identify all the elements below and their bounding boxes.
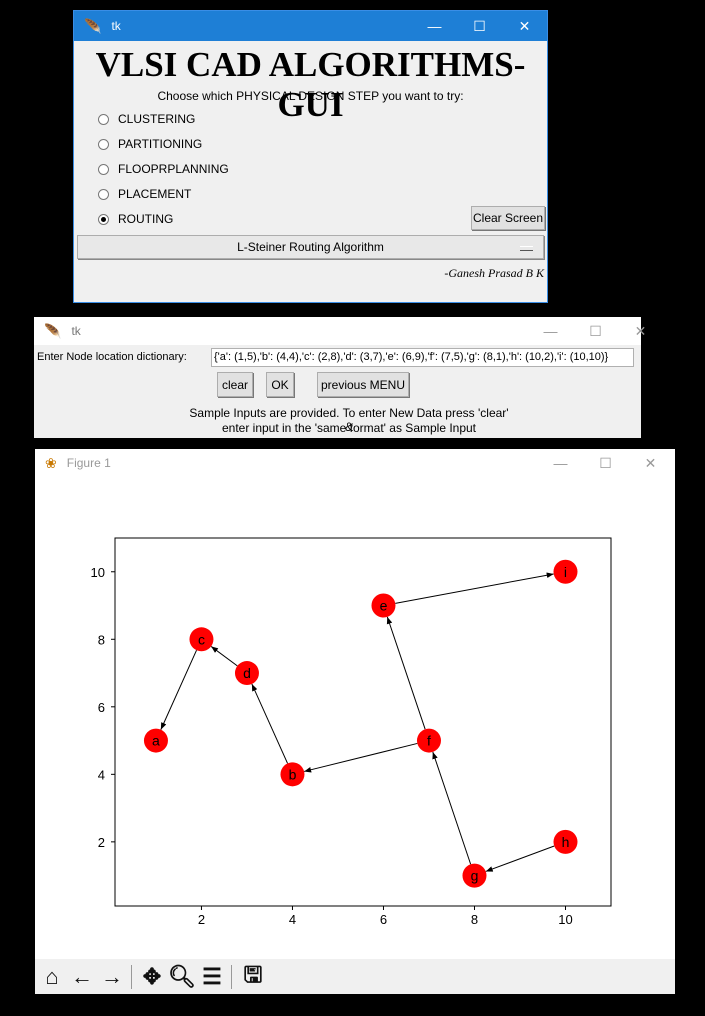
clear-button[interactable]: clear (217, 372, 253, 397)
step-prompt: Choose which PHYSICAL DESIGN STEP you wa… (157, 89, 464, 103)
radio-floorplanning[interactable]: FLOOPRPLANNING (98, 162, 229, 176)
node-label-c: c (198, 631, 205, 647)
toolbar-separator (131, 965, 132, 989)
algorithm-menu-label: L-Steiner Routing Algorithm (237, 240, 384, 254)
x-tick-label: 10 (558, 912, 572, 927)
home-icon[interactable]: ⌂ (38, 963, 66, 991)
radio-circle[interactable] (98, 163, 109, 175)
input-window: 🪶 tk — ☐ ✕ Enter Node location dictionar… (34, 317, 646, 438)
radio-clustering[interactable]: CLUSTERING (98, 112, 195, 126)
pan-icon[interactable]: ✥ (138, 963, 166, 991)
y-tick-label: 8 (98, 632, 105, 647)
previous-menu-button[interactable]: previous MENU (317, 372, 409, 397)
matplotlib-logo-icon: ❀ (45, 454, 57, 471)
y-tick-label: 10 (91, 565, 105, 580)
minimize-icon[interactable]: — (412, 11, 457, 41)
maximize-icon[interactable]: ☐ (573, 317, 618, 345)
tk-feather-icon: 🪶 (84, 17, 102, 34)
x-tick-label: 6 (380, 912, 387, 927)
close-icon[interactable]: ✕ (502, 11, 547, 41)
node-label-e: e (380, 598, 388, 614)
y-tick-label: 2 (98, 835, 105, 850)
maximize-icon[interactable]: ☐ (583, 449, 628, 477)
save-icon[interactable]: 🖫︎ (239, 962, 267, 991)
node-label-h: h (562, 834, 570, 850)
node-dictionary-input[interactable]: {'a': (1,5),'b': (4,4),'c': (2,8),'d': (… (211, 348, 634, 367)
node-label-a: a (152, 733, 160, 749)
info-text-line2: enter input in the 'same format' as Samp… (221, 421, 477, 435)
minimize-icon[interactable]: — (538, 449, 583, 477)
radio-circle[interactable] (98, 113, 109, 125)
window-title: tk (71, 324, 81, 338)
node-label-f: f (427, 733, 431, 749)
tk-feather-icon: 🪶 (44, 322, 62, 339)
figure-window: ❀ Figure 1 — ☐ ✕ 2 4 6 8 10 2 4 6 8 10 abcdefghi … (35, 449, 675, 994)
main-menu-window: 🪶 tk — ☐ ✕ VLSI CAD ALGORITHMS-GUI Choos… (73, 10, 548, 303)
radio-partitioning[interactable]: PARTITIONING (98, 137, 202, 151)
plot-area (114, 537, 612, 907)
radio-label: ROUTING (118, 212, 174, 226)
node-label-b: b (289, 766, 297, 782)
navigation-toolbar: ⌂ ← → ✥ 🔍︎ ☰ 🖫︎ (35, 959, 675, 994)
window-title: tk (111, 19, 121, 33)
node-label-g: g (471, 868, 479, 884)
radio-circle-selected[interactable] (98, 213, 109, 225)
minimize-icon[interactable]: — (528, 317, 573, 345)
close-icon[interactable]: ✕ (618, 317, 663, 345)
forward-icon[interactable]: → (98, 963, 126, 991)
radio-label: PLACEMENT (118, 187, 192, 201)
radio-label: FLOOPRPLANNING (118, 162, 229, 176)
clear-screen-button[interactable]: Clear Screen (471, 206, 545, 230)
toolbar-separator (231, 965, 232, 989)
radio-label: CLUSTERING (118, 112, 196, 126)
x-tick-label: 4 (289, 912, 296, 927)
node-label-d: d (243, 665, 251, 681)
configure-icon[interactable]: ☰ (198, 963, 226, 991)
maximize-icon[interactable]: ☐ (457, 11, 502, 41)
ok-button[interactable]: OK (266, 372, 294, 397)
back-icon[interactable]: ← (68, 963, 96, 991)
zoom-icon[interactable]: 🔍︎ (168, 963, 196, 991)
y-tick-label: 6 (98, 700, 105, 715)
radio-circle[interactable] (98, 138, 109, 150)
algorithm-option-menu[interactable]: L-Steiner Routing Algorithm (77, 235, 544, 259)
author-credit: -Ganesh Prasad B K (444, 266, 544, 280)
radio-placement[interactable]: PLACEMENT (98, 187, 191, 201)
close-icon[interactable]: ✕ (628, 449, 673, 477)
window-title: Figure 1 (66, 456, 111, 470)
option-menu-indicator-icon (520, 246, 533, 251)
radio-label: PARTITIONING (118, 137, 203, 151)
node-label-i: i (564, 564, 567, 580)
radio-routing[interactable]: ROUTING (98, 212, 173, 226)
routing-graph-plot: 2 4 6 8 10 2 4 6 8 10 a b c d e f g h i (91, 537, 612, 927)
y-tick-label: 4 (98, 767, 105, 782)
x-tick-label: 2 (198, 912, 205, 927)
radio-circle[interactable] (98, 188, 109, 200)
x-tick-label: 8 (471, 912, 478, 927)
node-dictionary-label: Enter Node location dictionary: (37, 351, 187, 363)
